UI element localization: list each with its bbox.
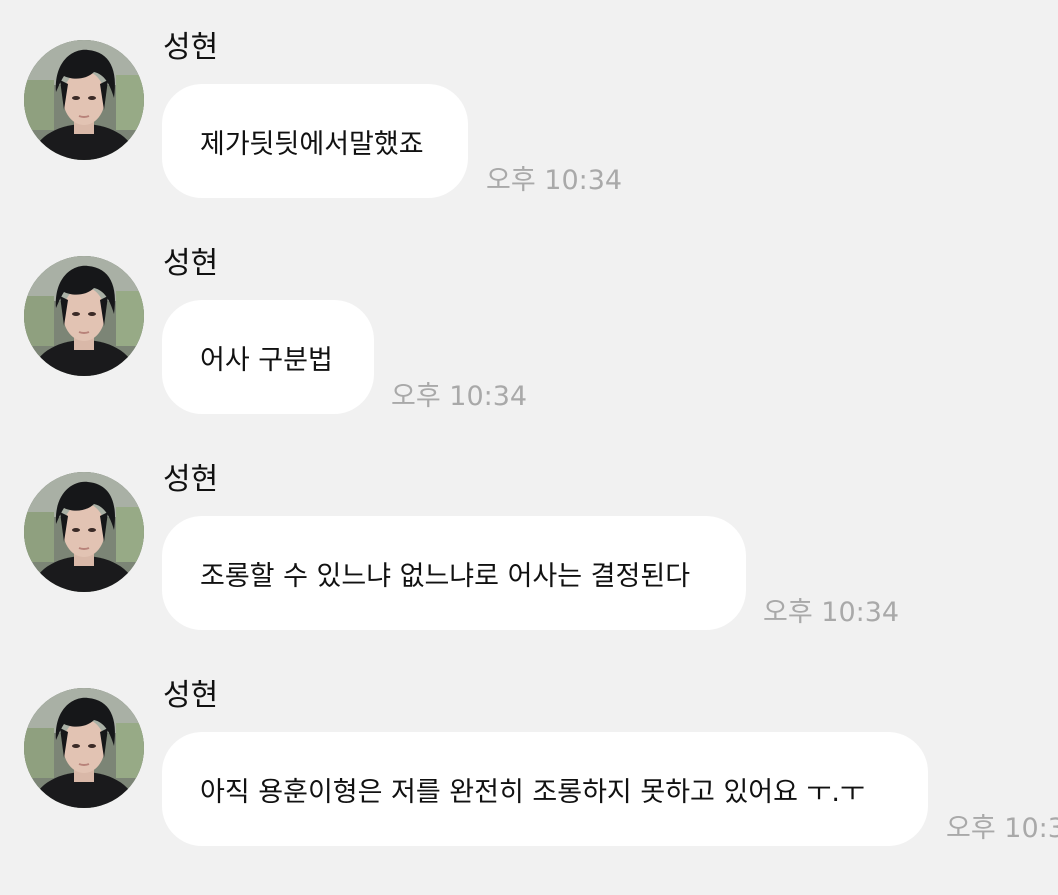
- profile-photo-icon: [24, 688, 144, 808]
- message-row: 성현 제가딋딋에서말했죠 오후 10:34: [0, 0, 1058, 200]
- message-text: 어사 구분법: [200, 344, 333, 376]
- message-text: 아직 용훈이형은 저를 완전히 조롱하지 못하고 있어요 ㅜ.ㅜ: [200, 776, 865, 808]
- message-bubble[interactable]: 조롱할 수 있느냐 없느냐로 어사는 결정된다: [162, 516, 746, 630]
- message-bubble[interactable]: 아직 용훈이형은 저를 완전히 조롱하지 못하고 있어요 ㅜ.ㅜ: [162, 732, 928, 846]
- profile-photo-icon: [24, 256, 144, 376]
- avatar[interactable]: [24, 40, 144, 160]
- profile-photo-icon: [24, 472, 144, 592]
- avatar[interactable]: [24, 688, 144, 808]
- profile-photo-icon: [24, 40, 144, 160]
- message-time: 오후 10:34: [486, 165, 623, 196]
- message-time: 오후 10:34: [391, 381, 528, 412]
- sender-name[interactable]: 성현: [163, 28, 218, 68]
- sender-name[interactable]: 성현: [163, 244, 218, 284]
- sender-name[interactable]: 성현: [163, 460, 218, 500]
- message-time: 오후 10:34: [946, 813, 1058, 844]
- sender-name[interactable]: 성현: [163, 676, 218, 716]
- message-row: 성현 어사 구분법 오후 10:34: [0, 216, 1058, 416]
- message-time: 오후 10:34: [763, 597, 900, 628]
- message-row: 성현 아직 용훈이형은 저를 완전히 조롱하지 못하고 있어요 ㅜ.ㅜ 오후 1…: [0, 648, 1058, 848]
- message-row: 성현 조롱할 수 있느냐 없느냐로 어사는 결정된다 오후 10:34: [0, 432, 1058, 632]
- message-bubble[interactable]: 제가딋딋에서말했죠: [162, 84, 468, 198]
- message-text: 조롱할 수 있느냐 없느냐로 어사는 결정된다: [200, 560, 691, 592]
- message-bubble[interactable]: 어사 구분법: [162, 300, 374, 414]
- message-text: 제가딋딋에서말했죠: [200, 128, 424, 160]
- avatar[interactable]: [24, 472, 144, 592]
- avatar[interactable]: [24, 256, 144, 376]
